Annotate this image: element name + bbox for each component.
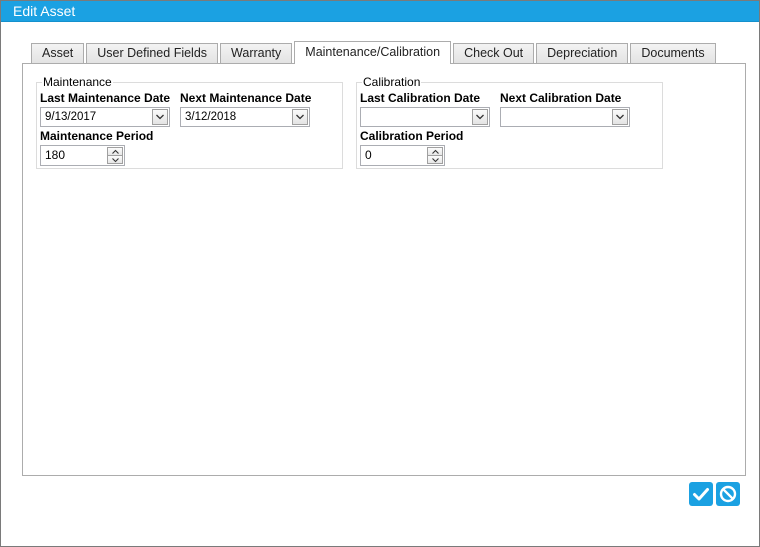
stepper-arrows — [107, 147, 123, 164]
next-maintenance-date-label: Next Maintenance Date — [180, 91, 312, 105]
tab-documents[interactable]: Documents — [630, 43, 716, 63]
last-maintenance-date-picker[interactable]: 9/13/2017 — [40, 107, 170, 127]
last-calibration-date-picker[interactable] — [360, 107, 490, 127]
tab-bar: Asset User Defined Fields Warranty Maint… — [31, 41, 718, 64]
calibration-period-label: Calibration Period — [360, 129, 464, 143]
cancel-button[interactable] — [716, 482, 740, 506]
chevron-down-icon[interactable] — [152, 109, 168, 125]
calibration-period-stepper[interactable]: 0 — [360, 145, 445, 166]
next-calibration-date-picker[interactable] — [500, 107, 630, 127]
chevron-up-icon[interactable] — [107, 147, 123, 156]
tab-warranty[interactable]: Warranty — [220, 43, 293, 63]
chevron-up-icon[interactable] — [427, 147, 443, 156]
maintenance-group: Maintenance Last Maintenance Date Next M… — [36, 76, 343, 169]
tab-check-out[interactable]: Check Out — [453, 43, 535, 63]
tab-panel: Maintenance Last Maintenance Date Next M… — [22, 63, 746, 476]
edit-asset-window: Edit Asset Asset User Defined Fields War… — [0, 0, 760, 547]
next-calibration-date-label: Next Calibration Date — [500, 91, 622, 105]
calibration-period-value: 0 — [365, 148, 372, 162]
tab-maintenance-calibration[interactable]: Maintenance/Calibration — [294, 41, 452, 64]
save-button[interactable] — [689, 482, 713, 506]
last-calibration-date-label: Last Calibration Date — [360, 91, 481, 105]
chevron-down-icon[interactable] — [292, 109, 308, 125]
tab-depreciation[interactable]: Depreciation — [536, 43, 629, 63]
tab-asset[interactable]: Asset — [31, 43, 85, 63]
maintenance-group-title: Maintenance — [42, 75, 113, 89]
last-maintenance-date-label: Last Maintenance Date — [40, 91, 171, 105]
window-title: Edit Asset — [1, 1, 759, 22]
maintenance-period-stepper[interactable]: 180 — [40, 145, 125, 166]
last-maintenance-date-value: 9/13/2017 — [45, 111, 97, 123]
calibration-group-title: Calibration — [362, 75, 422, 89]
chevron-down-icon[interactable] — [472, 109, 488, 125]
maintenance-period-value: 180 — [45, 148, 66, 162]
maintenance-period-label: Maintenance Period — [40, 129, 154, 143]
tab-user-defined-fields[interactable]: User Defined Fields — [86, 43, 219, 63]
stepper-arrows — [427, 147, 443, 164]
chevron-down-icon[interactable] — [612, 109, 628, 125]
calibration-group: Calibration Last Calibration Date Next C… — [356, 76, 663, 169]
next-maintenance-date-value: 3/12/2018 — [185, 111, 237, 123]
checkmark-icon — [693, 488, 709, 501]
cancel-icon — [719, 485, 737, 503]
next-maintenance-date-picker[interactable]: 3/12/2018 — [180, 107, 310, 127]
chevron-down-icon[interactable] — [427, 156, 443, 164]
chevron-down-icon[interactable] — [107, 156, 123, 164]
